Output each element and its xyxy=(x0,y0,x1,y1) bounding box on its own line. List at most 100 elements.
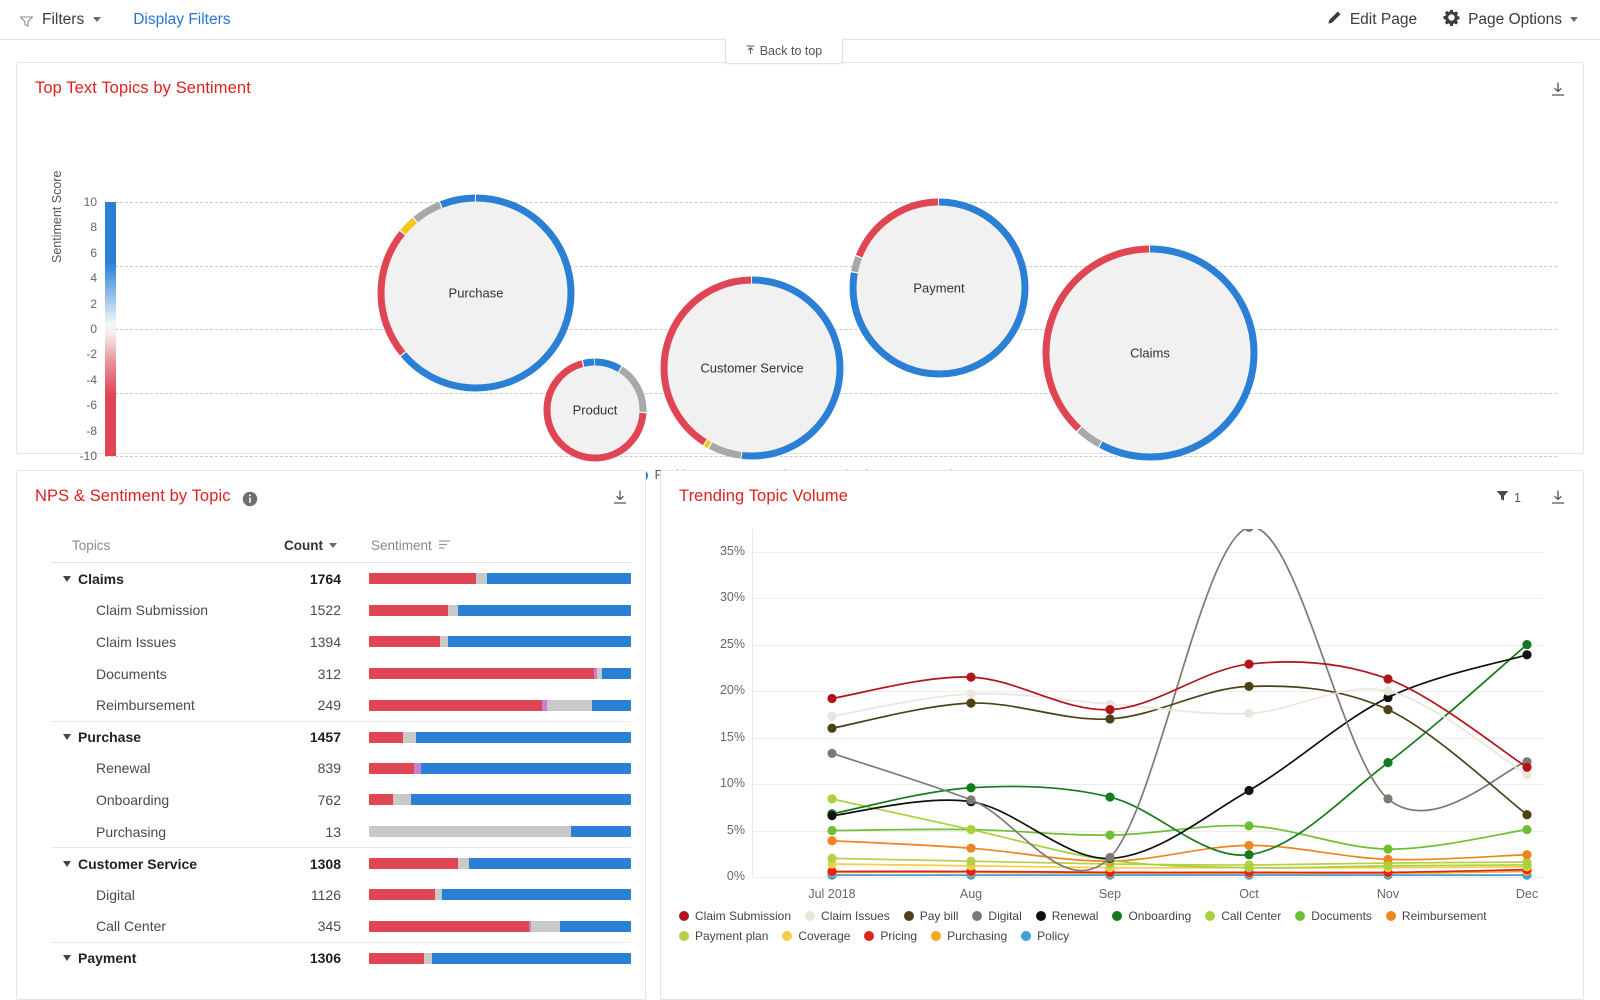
sentiment-segment xyxy=(369,636,440,648)
sentiment-bar xyxy=(369,668,631,680)
sentiment-segment xyxy=(447,636,631,648)
sentiment-bar xyxy=(369,731,631,743)
sentiment-segment xyxy=(410,794,631,806)
page-options-button[interactable]: Page Options xyxy=(1443,9,1578,31)
column-header-topics[interactable]: Topics xyxy=(72,538,110,553)
topic-name: Reimbursement xyxy=(96,697,195,713)
legend-item[interactable]: Reimbursement xyxy=(1385,909,1487,923)
legend-item[interactable]: Digital xyxy=(972,909,1022,923)
legend-swatch xyxy=(931,931,942,941)
x-tick-label: Sep xyxy=(1098,887,1122,901)
topics-table-body: Claims 1764 Claim Submission 1522 Claim Issu… xyxy=(51,563,631,974)
edit-page-button[interactable]: Edit Page xyxy=(1327,10,1417,30)
chevron-down-icon[interactable] xyxy=(63,860,71,867)
legend-item[interactable]: Documents xyxy=(1295,909,1372,923)
top-toolbar: Filters Display Filters Edit Page Page O… xyxy=(0,0,1600,40)
topic-bubble[interactable]: Claims xyxy=(1039,242,1261,464)
table-row[interactable]: Documents 312 xyxy=(51,658,631,690)
sentiment-segment xyxy=(369,731,404,743)
topic-label: Purchasing xyxy=(96,823,167,840)
topic-count: 249 xyxy=(317,697,341,714)
y-tick-label: 2 xyxy=(90,296,97,311)
chevron-down-icon[interactable] xyxy=(63,734,71,741)
y-tick-label: 6 xyxy=(90,245,97,260)
table-row[interactable]: Purchase 1457 xyxy=(51,720,631,753)
sentiment-segment xyxy=(369,762,414,774)
sentiment-segment xyxy=(369,889,435,901)
sentiment-bar xyxy=(369,920,631,932)
legend-item[interactable]: Purchasing xyxy=(931,929,1007,943)
arrow-up-to-line-icon xyxy=(746,44,755,58)
sentiment-segment xyxy=(416,731,631,743)
table-row[interactable]: Payment 1306 xyxy=(51,942,631,974)
sentiment-segment xyxy=(458,604,631,616)
sentiment-segment xyxy=(369,699,542,711)
chevron-down-icon[interactable] xyxy=(63,955,71,962)
back-to-top-button[interactable]: Back to top xyxy=(725,39,843,64)
topic-count: 13 xyxy=(325,823,341,840)
legend-item[interactable]: Payment plan xyxy=(679,929,768,943)
legend-item[interactable]: Pay bill xyxy=(903,909,958,923)
download-icon[interactable] xyxy=(1550,489,1566,510)
legend-item[interactable]: Onboarding xyxy=(1112,909,1191,923)
legend-item[interactable]: Coverage xyxy=(782,929,850,943)
table-row[interactable]: Claims 1764 xyxy=(51,563,631,595)
chevron-down-icon xyxy=(93,17,102,22)
filters-button[interactable]: Filters xyxy=(19,11,102,29)
y-tick-label: -4 xyxy=(86,372,97,387)
topic-label: Customer Service xyxy=(78,855,198,872)
table-row[interactable]: Digital 1126 xyxy=(51,879,631,911)
topic-name: Purchase xyxy=(63,729,141,745)
legend-swatch xyxy=(805,911,816,921)
download-icon[interactable] xyxy=(1550,81,1566,102)
x-tick-label: Nov xyxy=(1376,887,1400,901)
table-row[interactable]: Renewal 839 xyxy=(51,753,631,785)
table-row[interactable]: Claim Submission 1522 xyxy=(51,595,631,627)
column-header-sentiment[interactable]: Sentiment xyxy=(371,538,451,553)
table-row[interactable]: Purchasing 13 xyxy=(51,816,631,848)
topic-bubble[interactable]: Product xyxy=(540,355,650,465)
topic-name: Digital xyxy=(96,887,135,903)
topic-bubble[interactable]: Payment xyxy=(846,195,1032,381)
sentiment-segment xyxy=(369,858,459,870)
table-row[interactable]: Customer Service 1308 xyxy=(51,847,631,879)
page-options-label: Page Options xyxy=(1468,10,1562,28)
table-row[interactable]: Onboarding 762 xyxy=(51,784,631,816)
sentiment-segment xyxy=(369,952,425,964)
chevron-down-icon[interactable] xyxy=(63,575,71,582)
x-tick-label: Oct xyxy=(1239,887,1259,901)
topic-label: Call Center xyxy=(96,918,167,935)
info-icon[interactable] xyxy=(242,491,258,512)
y-tick-label: -10 xyxy=(79,449,97,463)
legend-swatch xyxy=(782,931,793,941)
display-filters-link[interactable]: Display Filters xyxy=(133,11,230,29)
legend-item[interactable]: Claim Submission xyxy=(679,909,791,923)
sentiment-segment xyxy=(531,920,561,932)
sentiment-segment xyxy=(591,699,631,711)
sort-descending-icon xyxy=(328,543,337,548)
legend-item[interactable]: Pricing xyxy=(864,929,917,943)
topic-bubble[interactable]: Customer Service xyxy=(657,273,847,463)
table-row[interactable]: Reimbursement 249 xyxy=(51,689,631,721)
column-header-count[interactable]: Count xyxy=(284,538,337,553)
trend-filter-button[interactable]: 1 xyxy=(1496,490,1521,505)
legend-item[interactable]: Call Center xyxy=(1205,909,1281,923)
legend-item[interactable]: Policy xyxy=(1021,929,1069,943)
legend-swatch xyxy=(1295,911,1306,921)
download-icon[interactable] xyxy=(612,489,628,510)
table-row[interactable]: Claim Issues 1394 xyxy=(51,626,631,658)
legend-swatch xyxy=(903,911,914,921)
table-row[interactable]: Call Center 345 xyxy=(51,911,631,943)
legend-item[interactable]: Renewal xyxy=(1035,909,1099,923)
y-tick-label: -6 xyxy=(86,398,97,413)
topic-name: Customer Service xyxy=(63,856,197,872)
x-tick-label: Dec xyxy=(1515,887,1539,901)
y-axis-title: Sentiment Score xyxy=(50,170,64,263)
x-tick-label: Aug xyxy=(959,887,983,901)
sentiment-segment xyxy=(369,794,393,806)
sentiment-bar xyxy=(369,604,631,616)
topic-name: Call Center xyxy=(96,918,166,934)
legend-item[interactable]: Claim Issues xyxy=(805,909,890,923)
legend-label: Call Center xyxy=(1221,909,1282,923)
legend-label: Renewal xyxy=(1051,909,1099,923)
